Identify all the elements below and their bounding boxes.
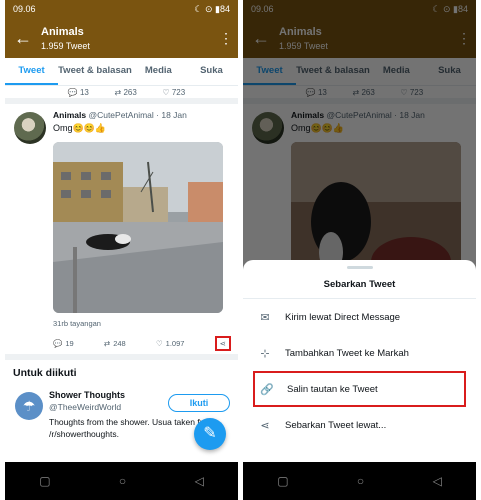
tab-likes[interactable]: Suka [185, 58, 238, 85]
prev-retweet-count: ⇄ 263 [114, 87, 137, 97]
left-phone-screenshot: 09.06 ☾ ⊙ ▮84 ← Animals 1.959 Tweet ⋮ Tw… [5, 0, 238, 500]
previous-tweet-actions: 💬 13 ⇄ 263 ♡ 723 [5, 86, 238, 104]
who-to-follow-heading: Untuk diikuti [5, 354, 238, 384]
tweet-author-handle: @CutePetAnimal [88, 110, 154, 120]
android-nav-bar: ▢ ○ ◁ [5, 462, 238, 500]
tab-tweets-replies[interactable]: Tweet & balasan [58, 58, 132, 85]
tweet-count: 1.959 Tweet [41, 40, 90, 51]
app-bar: ← Animals 1.959 Tweet ⋮ [5, 18, 238, 58]
tweet-date: · 18 Jan [156, 110, 187, 120]
status-time: 09.06 [13, 4, 36, 14]
copy-link-option[interactable]: 🔗 Salin tautan ke Tweet [253, 371, 466, 407]
reply-icon: 💬 [53, 339, 63, 348]
add-bookmark-option[interactable]: ⊹ Tambahkan Tweet ke Markah [243, 335, 476, 371]
bookmark-icon: ⊹ [260, 347, 270, 360]
prev-like-count: ♡ 723 [162, 87, 186, 97]
home-icon[interactable]: ○ [357, 474, 364, 488]
heart-icon: ♡ [155, 339, 163, 348]
right-phone-screenshot: 09.06 ☾ ⊙ ▮84 ← Animals 1.959 Tweet ⋮ Tw… [243, 0, 476, 500]
more-options-icon[interactable]: ⋮ [214, 30, 238, 47]
follow-button[interactable]: Ikuti [168, 394, 230, 412]
share-sheet: Sebarkan Tweet ✉ Kirim lewat Direct Mess… [243, 260, 476, 462]
tweet-video[interactable] [53, 142, 223, 313]
share-icon: ⋖ [260, 419, 270, 432]
mail-icon: ✉ [260, 311, 270, 324]
back-icon[interactable]: ◁ [195, 474, 204, 488]
back-arrow-icon[interactable]: ← [5, 28, 41, 49]
compose-tweet-button[interactable]: ✎ [194, 418, 226, 450]
retweet-icon: ⇄ [103, 339, 111, 348]
recents-icon[interactable]: ▢ [39, 474, 50, 488]
profile-screen: 09.06 ☾ ⊙ ▮84 ← Animals 1.959 Tweet ⋮ Tw… [5, 0, 238, 462]
profile-title: Animals [41, 25, 84, 38]
link-icon: 🔗 [260, 383, 274, 396]
tweet-header: Animals @CutePetAnimal · 18 Jan [53, 110, 230, 120]
tweet-text: Omg😊😊👍 [53, 123, 107, 133]
android-nav-bar: ▢ ○ ◁ [243, 462, 476, 500]
tab-media[interactable]: Media [132, 58, 185, 85]
like-button[interactable]: ♡ 1.097 [156, 336, 185, 351]
share-button[interactable]: ⋖ [214, 336, 231, 351]
share-via-option[interactable]: ⋖ Sebarkan Tweet lewat... [243, 407, 476, 443]
tweet-view-count: 31rb tayangan [53, 319, 101, 328]
back-icon[interactable]: ◁ [433, 474, 442, 488]
tab-tweets[interactable]: Tweet [5, 58, 59, 85]
status-bar: 09.06 ☾ ⊙ ▮84 [5, 0, 238, 18]
profile-screen-with-share-sheet: 09.06 ☾ ⊙ ▮84 ← Animals 1.959 Tweet ⋮ Tw… [243, 0, 476, 462]
tweet-card[interactable]: Animals @CutePetAnimal · 18 Jan Omg😊😊👍 [5, 104, 238, 354]
tweet-author-name[interactable]: Animals [53, 110, 86, 120]
avatar[interactable] [14, 112, 46, 144]
share-sheet-title: Sebarkan Tweet [243, 269, 476, 299]
send-via-dm-option[interactable]: ✉ Kirim lewat Direct Message [243, 299, 476, 335]
shower-avatar-icon[interactable]: ☂ [15, 392, 43, 420]
retweet-button[interactable]: ⇄ 248 [104, 336, 126, 351]
profile-tabs: Tweet Tweet & balasan Media Suka [5, 58, 238, 86]
share-icon: ⋖ [219, 339, 226, 348]
prev-reply-count: 💬 13 [67, 87, 89, 97]
home-icon[interactable]: ○ [119, 474, 126, 488]
tweet-action-bar: 💬 19 ⇄ 248 ♡ 1.097 ⋖ [53, 336, 231, 351]
reply-button[interactable]: 💬 19 [53, 336, 74, 351]
recents-icon[interactable]: ▢ [277, 474, 288, 488]
status-icons: ☾ ⊙ ▮84 [194, 3, 230, 14]
